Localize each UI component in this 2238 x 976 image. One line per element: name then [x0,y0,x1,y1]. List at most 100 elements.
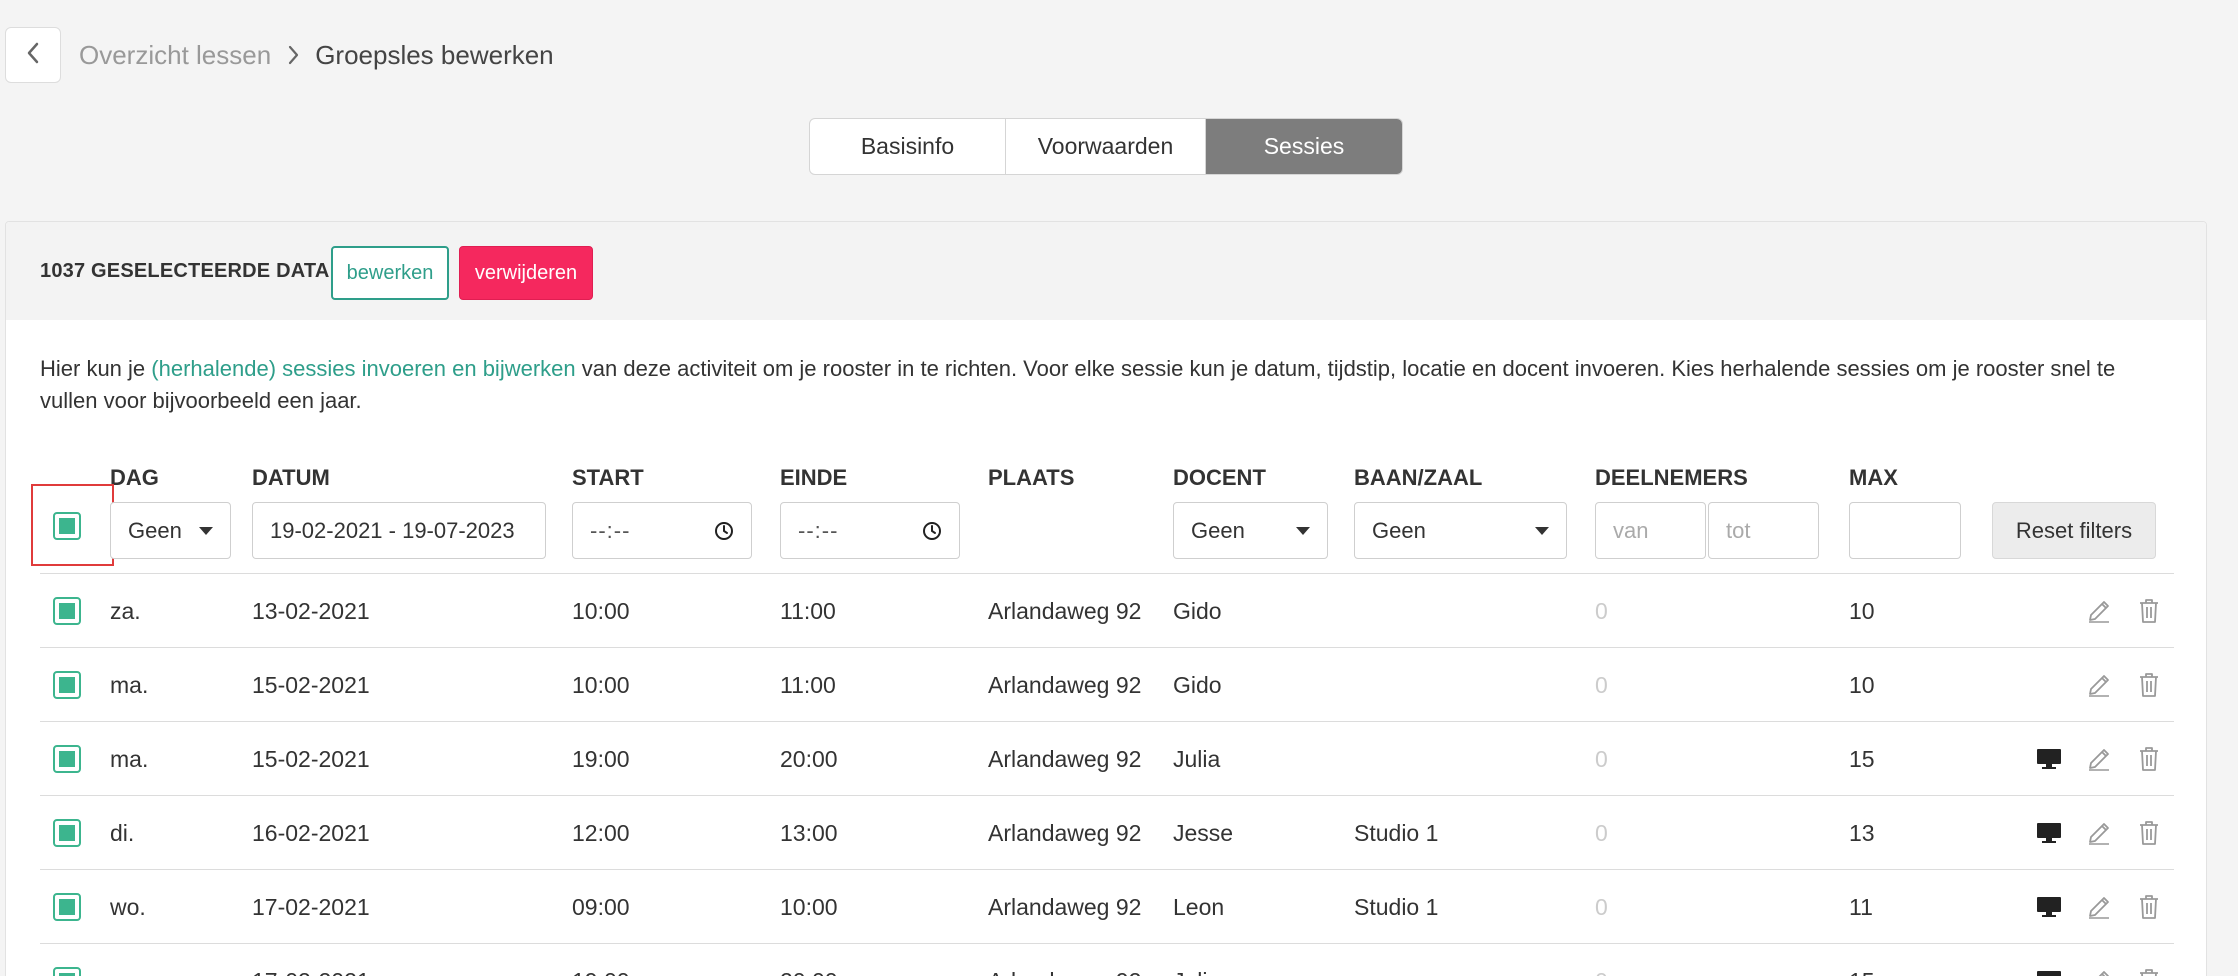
cell-plaats: Arlandaweg 92 [988,893,1142,920]
einde-time-value: --:-- [798,517,839,543]
monitor-icon[interactable] [2036,722,2062,796]
table-row: za. 13-02-2021 10:00 11:00 Arlandaweg 92 Gido… [40,573,2174,647]
cell-docent: Julia [1173,944,1220,976]
row-checkbox[interactable] [53,671,81,699]
tab-voorwaarden[interactable]: Voorwaarden [1006,119,1206,174]
cell-docent: Julia [1173,745,1221,772]
checkbox-fill [59,751,75,767]
cell-dag: ma. [110,745,149,772]
pencil-icon[interactable] [2086,574,2112,648]
cell-max: 10 [1849,597,1875,624]
column-header-start: START [572,465,644,490]
cell-einde: 20:00 [780,944,838,976]
cell-max: 15 [1849,745,1875,772]
bulk-edit-button[interactable]: bewerken [331,246,449,300]
table-row: wo. 17-02-2021 19:00 20:00 Arlandaweg 92 Juli… [40,943,2174,976]
cell-datum: 17-02-2021 [252,944,370,976]
reset-filters-button[interactable]: Reset filters [1992,502,2156,559]
trash-icon[interactable] [2138,796,2160,870]
bulk-delete-button[interactable]: verwijderen [459,246,593,300]
tab-basisinfo[interactable]: Basisinfo [810,119,1006,174]
cell-deelnemers: 0 [1595,745,1608,772]
caret-down-icon [1535,526,1549,535]
page-title: Groepsles bewerken [315,39,554,70]
row-checkbox[interactable] [53,745,81,773]
monitor-icon[interactable] [2036,944,2062,976]
deelnemers-tot-input[interactable]: tot [1708,502,1819,559]
datum-range-value: 19-02-2021 - 19-07-2023 [270,517,515,543]
start-time-value: --:-- [590,517,631,543]
deelnemers-van-placeholder: van [1613,517,1649,543]
chevron-right-icon [287,45,299,65]
clock-icon[interactable] [714,521,734,541]
column-header-dag: DAG [110,465,159,490]
row-checkbox[interactable] [53,597,81,625]
table-row: di. 16-02-2021 12:00 13:00 Arlandaweg 92 Jess… [40,795,2174,869]
monitor-icon[interactable] [2036,870,2062,944]
row-checkbox[interactable] [53,967,81,976]
checkbox-fill [59,899,75,915]
cell-baan: Studio 1 [1354,893,1439,920]
selection-bar: 1037 GESELECTEERDE DATA bewerken verwijd… [6,222,2206,320]
docent-filter-value: Geen [1191,517,1245,543]
cell-start: 12:00 [572,819,630,846]
cell-plaats: Arlandaweg 92 [988,597,1142,624]
einde-time-input[interactable]: --:-- [780,502,960,559]
cell-dag: wo. [110,893,146,920]
cell-plaats: Arlandaweg 92 [988,944,1141,976]
dag-filter-select[interactable]: Geen [110,502,231,559]
pencil-icon[interactable] [2086,870,2112,944]
docent-filter-select[interactable]: Geen [1173,502,1328,559]
cell-deelnemers: 0 [1595,597,1608,624]
cell-einde: 11:00 [780,671,836,698]
trash-icon[interactable] [2138,870,2160,944]
checkbox-fill [59,603,75,619]
column-header-docent: DOCENT [1173,465,1266,490]
cell-datum: 17-02-2021 [252,893,370,920]
cell-deelnemers: 0 [1595,893,1608,920]
baan-filter-value: Geen [1372,517,1426,543]
start-time-input[interactable]: --:-- [572,502,752,559]
tab-sessies[interactable]: Sessies [1206,119,1402,174]
pencil-icon[interactable] [2086,796,2112,870]
checkbox-fill [59,677,75,693]
column-header-plaats: PLAATS [988,465,1075,490]
deelnemers-van-input[interactable]: van [1595,502,1706,559]
cell-datum: 13-02-2021 [252,597,370,624]
pencil-icon[interactable] [2086,648,2112,722]
cell-start: 10:00 [572,671,630,698]
trash-icon[interactable] [2138,722,2160,796]
select-all-checkbox[interactable] [53,512,81,540]
cell-datum: 16-02-2021 [252,819,370,846]
trash-icon[interactable] [2138,574,2160,648]
column-header-deelnemers: DEELNEMERS [1595,465,1748,490]
cell-dag: di. [110,819,135,846]
row-checkbox[interactable] [53,819,81,847]
pencil-icon[interactable] [2086,722,2112,796]
column-header-max: MAX [1849,465,1898,490]
back-button[interactable] [5,27,61,83]
trash-icon[interactable] [2138,944,2160,976]
cell-docent: Jesse [1173,819,1234,846]
intro-link[interactable]: (herhalende) sessies invoeren en bijwerk… [151,356,575,381]
cell-einde: 11:00 [780,597,836,624]
monitor-icon[interactable] [2036,796,2062,870]
cell-docent: Gido [1173,597,1222,624]
datum-range-input[interactable]: 19-02-2021 - 19-07-2023 [252,502,546,559]
dag-filter-value: Geen [128,517,182,543]
pencil-icon[interactable] [2086,944,2112,976]
trash-icon[interactable] [2138,648,2160,722]
cell-einde: 10:00 [780,893,838,920]
cell-dag: za. [110,597,141,624]
clock-icon[interactable] [922,521,942,541]
column-header-datum: DATUM [252,465,330,490]
tab-bar: Basisinfo Voorwaarden Sessies [809,118,1403,175]
row-checkbox[interactable] [53,893,81,921]
table-row: ma. 15-02-2021 19:00 20:00 Arlandaweg 92 Juli… [40,721,2174,795]
baan-filter-select[interactable]: Geen [1354,502,1567,559]
cell-docent: Gido [1173,671,1222,698]
cell-start: 19:00 [572,745,630,772]
max-filter-input[interactable] [1849,502,1961,559]
cell-baan: Studio 1 [1354,819,1439,846]
breadcrumb-parent-link[interactable]: Overzicht lessen [79,40,271,71]
